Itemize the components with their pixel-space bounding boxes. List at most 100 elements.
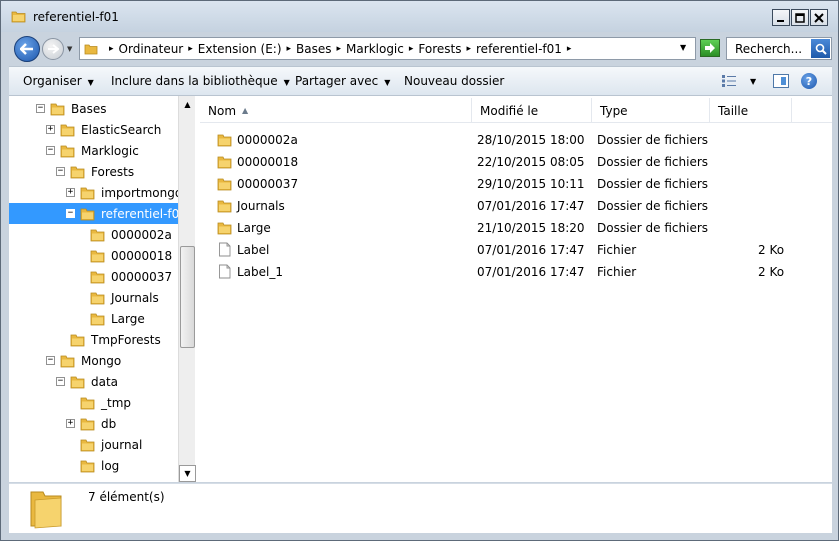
tree-item-label: journal <box>101 437 143 452</box>
breadcrumb-extension[interactable]: Extension (E:) <box>198 42 282 56</box>
folder-icon <box>217 156 232 169</box>
tree-item-label: log <box>101 458 120 473</box>
breadcrumb-separator[interactable]: ▸ <box>466 44 471 54</box>
refresh-icon <box>705 43 715 53</box>
file-row[interactable]: Large 21/10/2015 18:20 Dossier de fichiers <box>200 217 832 239</box>
scroll-up-arrow[interactable]: ▲ <box>179 96 196 113</box>
tree-item-label: Mongo <box>81 353 122 368</box>
tree-item[interactable]: − Bases <box>36 98 106 119</box>
breadcrumb-forests[interactable]: Forests <box>418 42 461 56</box>
tree-item[interactable]: Large <box>76 308 145 329</box>
maximize-icon <box>795 12 805 23</box>
file-size: 2 Ko <box>758 265 785 279</box>
tree-item[interactable]: + importmongo- <box>66 182 187 203</box>
column-header-size[interactable]: Taille <box>710 98 792 123</box>
column-headers: Nom ▲ Modifié le Type Taille <box>200 98 832 123</box>
file-row[interactable]: Label_1 07/01/2016 17:47 Fichier 2 Ko <box>200 261 832 283</box>
maximize-button[interactable] <box>791 9 809 26</box>
title-bar[interactable]: referentiel-f01 <box>1 1 838 32</box>
scroll-thumb[interactable] <box>180 246 195 348</box>
tree-item[interactable]: 00000018 <box>76 245 172 266</box>
organise-menu[interactable]: Organiser ▼ <box>23 74 94 88</box>
breadcrumb-separator[interactable]: ▸ <box>567 44 572 54</box>
expand-icon[interactable]: + <box>66 188 75 197</box>
breadcrumb-separator[interactable]: ▸ <box>188 44 193 54</box>
folder-icon <box>217 178 232 191</box>
expand-icon[interactable]: + <box>66 419 75 428</box>
column-header-name[interactable]: Nom ▲ <box>200 98 472 123</box>
view-options-dropdown[interactable]: ▼ <box>750 77 756 86</box>
collapse-icon[interactable]: − <box>46 146 55 155</box>
collapse-icon[interactable]: − <box>56 167 65 176</box>
tree-item[interactable]: + ElasticSearch <box>46 119 161 140</box>
address-bar[interactable]: ▸ Ordinateur ▸ Extension (E:) ▸ Bases ▸ … <box>79 37 696 60</box>
file-row[interactable]: Journals 07/01/2016 17:47 Dossier de fichi… <box>200 195 832 217</box>
file-row[interactable]: 00000018 22/10/2015 08:05 Dossier de fichi… <box>200 151 832 173</box>
file-modified: 22/10/2015 08:05 <box>477 155 585 169</box>
tree-item[interactable]: journal <box>66 434 142 455</box>
file-icon <box>219 264 231 279</box>
collapse-icon[interactable]: − <box>36 104 45 113</box>
tree-item[interactable]: _tmp <box>66 392 131 413</box>
folder-icon <box>90 271 105 284</box>
column-size-label: Taille <box>718 103 749 118</box>
tree-item[interactable]: + db <box>66 413 116 434</box>
breadcrumb-referentiel[interactable]: referentiel-f01 <box>476 42 562 56</box>
refresh-button[interactable] <box>700 39 720 57</box>
breadcrumb-separator[interactable]: ▸ <box>337 44 342 54</box>
forward-button[interactable] <box>42 38 64 60</box>
help-icon[interactable]: ? <box>801 73 817 89</box>
search-input[interactable]: Recherch... <box>735 42 802 56</box>
include-library-menu[interactable]: Inclure dans la bibliothèque ▼ <box>111 74 290 88</box>
search-button[interactable] <box>811 39 830 58</box>
file-name: 00000018 <box>237 155 299 169</box>
breadcrumb-separator[interactable]: ▸ <box>109 44 114 54</box>
share-menu[interactable]: Partager avec ▼ <box>295 74 390 88</box>
view-options-icon[interactable] <box>722 75 736 87</box>
collapse-icon[interactable]: − <box>56 377 65 386</box>
tree-item[interactable]: Journals <box>76 287 159 308</box>
address-history-dropdown[interactable]: ▼ <box>680 43 686 52</box>
column-name-label: Nom <box>208 103 237 118</box>
expand-icon[interactable]: + <box>46 125 55 134</box>
breadcrumb-separator[interactable]: ▸ <box>409 44 414 54</box>
search-box[interactable]: Recherch... <box>726 37 832 60</box>
tree-item[interactable]: − Mongo <box>46 350 121 371</box>
scroll-down-arrow[interactable]: ▼ <box>179 465 196 482</box>
recent-pages-dropdown[interactable]: ▼ <box>67 45 72 53</box>
tree-scrollbar[interactable]: ▲ ▼ <box>178 96 196 482</box>
new-folder-button[interactable]: Nouveau dossier <box>404 74 504 88</box>
breadcrumb-bases[interactable]: Bases <box>296 42 331 56</box>
tree-item[interactable]: 0000002a <box>76 224 172 245</box>
tree-item[interactable]: TmpForests <box>56 329 161 350</box>
file-row[interactable]: 00000037 29/10/2015 10:11 Dossier de fichi… <box>200 173 832 195</box>
tree-item[interactable]: − Marklogic <box>46 140 139 161</box>
minimize-button[interactable] <box>772 9 790 26</box>
file-name: 00000037 <box>237 177 299 191</box>
collapse-icon[interactable]: − <box>46 356 55 365</box>
include-label: Inclure dans la bibliothèque <box>111 74 278 88</box>
tree-item[interactable]: − Forests <box>56 161 134 182</box>
tree-item[interactable]: − data <box>56 371 118 392</box>
tree-item[interactable]: 00000037 <box>76 266 172 287</box>
back-button[interactable] <box>14 36 40 62</box>
file-row[interactable]: 0000002a 28/10/2015 18:00 Dossier de fichi… <box>200 129 832 151</box>
breadcrumb-ordinateur[interactable]: Ordinateur <box>119 42 184 56</box>
breadcrumb-marklogic[interactable]: Marklogic <box>346 42 404 56</box>
breadcrumb-separator[interactable]: ▸ <box>287 44 292 54</box>
preview-pane-icon[interactable] <box>773 74 789 88</box>
folder-icon <box>217 222 232 235</box>
tree-item[interactable]: − referentiel-f01 <box>9 203 187 224</box>
close-button[interactable] <box>810 9 828 26</box>
navigation-pane: − Bases + ElasticSearch − Marklogic − Forests + i… <box>9 96 197 482</box>
file-row[interactable]: Label 07/01/2016 17:47 Fichier 2 Ko <box>200 239 832 261</box>
column-header-modified[interactable]: Modifié le <box>472 98 592 123</box>
column-header-type[interactable]: Type <box>592 98 710 123</box>
folder-icon <box>60 124 75 137</box>
tree-item[interactable]: log <box>66 455 119 476</box>
collapse-icon[interactable]: − <box>66 209 75 218</box>
tree-item-label: TmpForests <box>91 332 161 347</box>
tree-item-label: Forests <box>91 164 135 179</box>
